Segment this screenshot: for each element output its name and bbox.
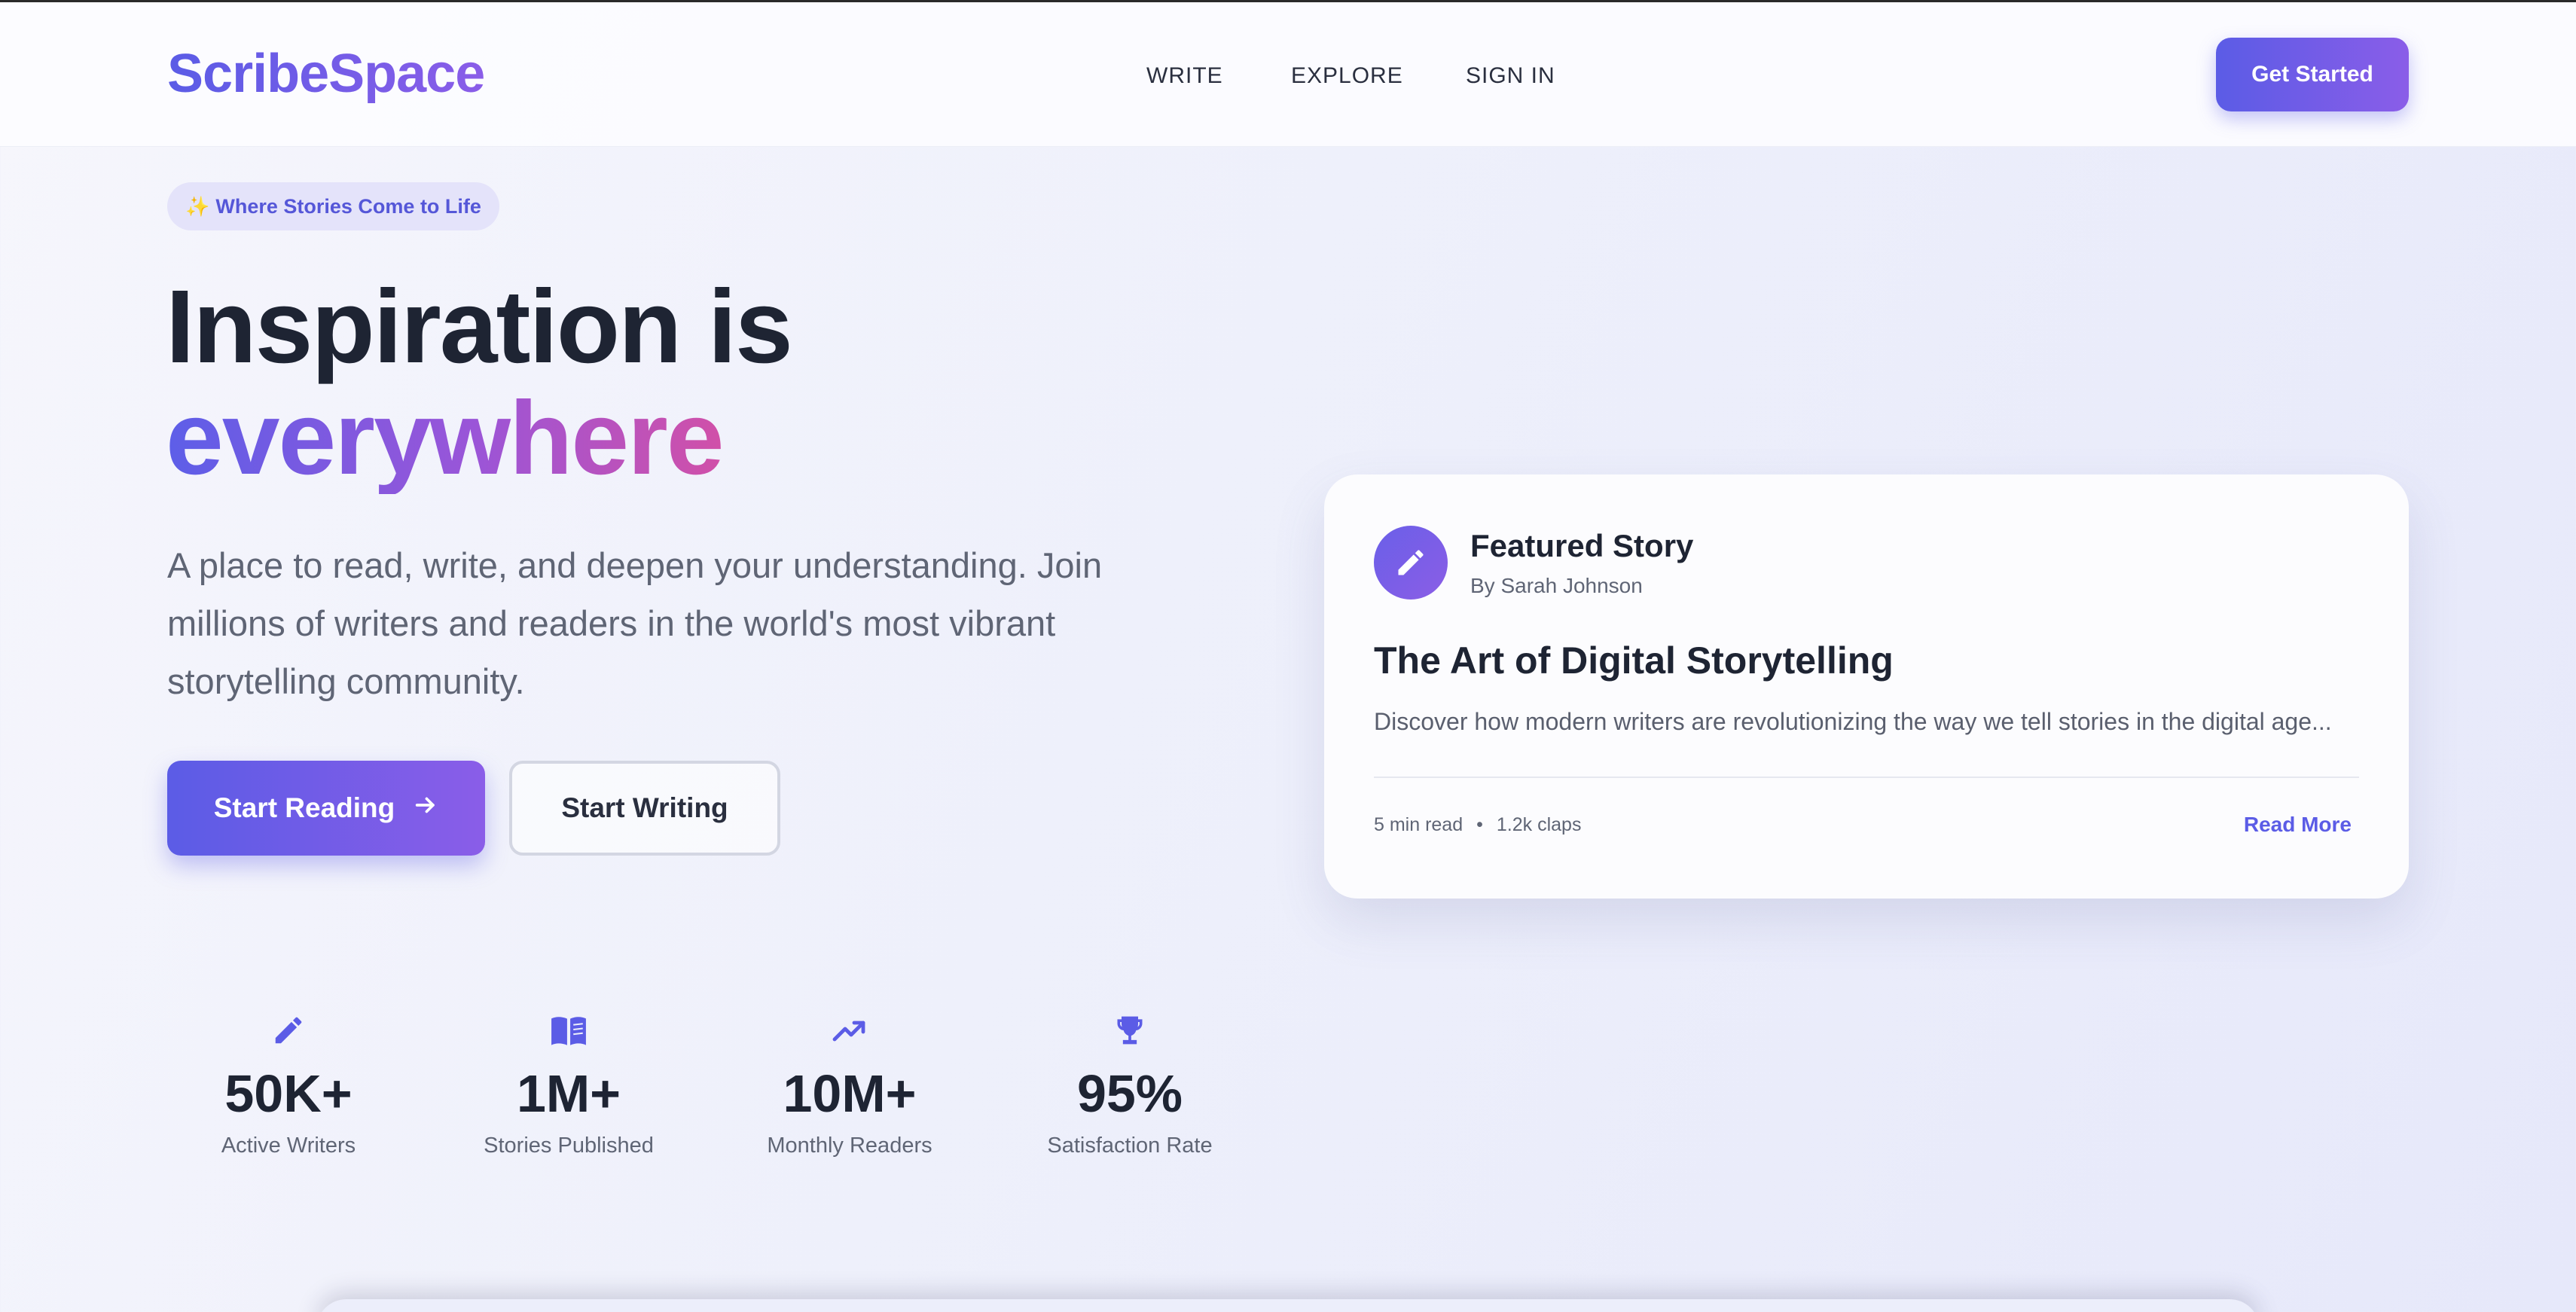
pencil-icon [160,1009,417,1051]
pencil-icon [1374,526,1448,600]
meta-separator: • [1476,814,1483,835]
arrow-right-icon [413,792,438,825]
book-icon [441,1009,697,1051]
stat-value: 50K+ [224,1064,353,1123]
top-navigation: ScribeSpace WRITE EXPLORE SIGN IN Get St… [0,2,2576,147]
stat-label: Active Writers [221,1134,356,1158]
hero-description: A place to read, write, and deepen your … [167,545,1103,701]
stat-label: Satisfaction Rate [1047,1134,1213,1158]
trending-up-icon [722,1009,978,1051]
featured-story-author: By Sarah Johnson [1470,574,1643,597]
stat-value: 10M+ [783,1064,917,1123]
stat-monthly-readers: 10M+ Monthly Readers [722,1009,978,1160]
claps-count: 1.2k claps [1496,814,1582,835]
nav-link-write[interactable]: WRITE [1146,61,1223,91]
hero-badge-text: Where Stories Come to Life [215,194,481,218]
featured-story-title[interactable]: The Art of Digital Storytelling [1374,637,1894,684]
card-divider [1374,777,2359,778]
featured-story-label: Featured Story [1470,528,1694,563]
stat-active-writers: 50K+ Active Writers [160,1009,417,1160]
stat-label: Stories Published [484,1134,654,1158]
read-time: 5 min read [1374,814,1463,835]
trophy-icon [1002,1009,1258,1051]
start-writing-button[interactable]: Start Writing [509,761,780,856]
brand-logo[interactable]: ScribeSpace [167,41,485,106]
stat-satisfaction-rate: 95% Satisfaction Rate [1002,1009,1258,1160]
get-started-button[interactable]: Get Started [2216,38,2409,111]
featured-story-meta: 5 min read • 1.2k claps [1374,812,1581,838]
start-reading-button[interactable]: Start Reading [167,761,485,856]
stat-stories-published: 1M+ Stories Published [441,1009,697,1160]
next-section-edge [316,1299,2260,1312]
stat-value: 95% [1076,1064,1183,1123]
start-reading-label: Start Reading [213,792,395,823]
stat-value: 1M+ [516,1064,621,1123]
hero-headline: Inspiration is [166,269,793,385]
hero-badge: ✨ Where Stories Come to Life [167,182,499,230]
featured-story-excerpt: Discover how modern writers are revoluti… [1374,708,2332,735]
featured-story-card[interactable]: Featured Story By Sarah Johnson The Art … [1324,474,2409,899]
nav-link-explore[interactable]: EXPLORE [1291,61,1403,91]
nav-link-sign-in[interactable]: SIGN IN [1466,61,1555,91]
hero-headline-accent: everywhere [166,380,725,496]
stat-label: Monthly Readers [767,1134,932,1158]
read-more-link[interactable]: Read More [2244,810,2352,839]
sparkle-icon: ✨ [185,194,210,218]
